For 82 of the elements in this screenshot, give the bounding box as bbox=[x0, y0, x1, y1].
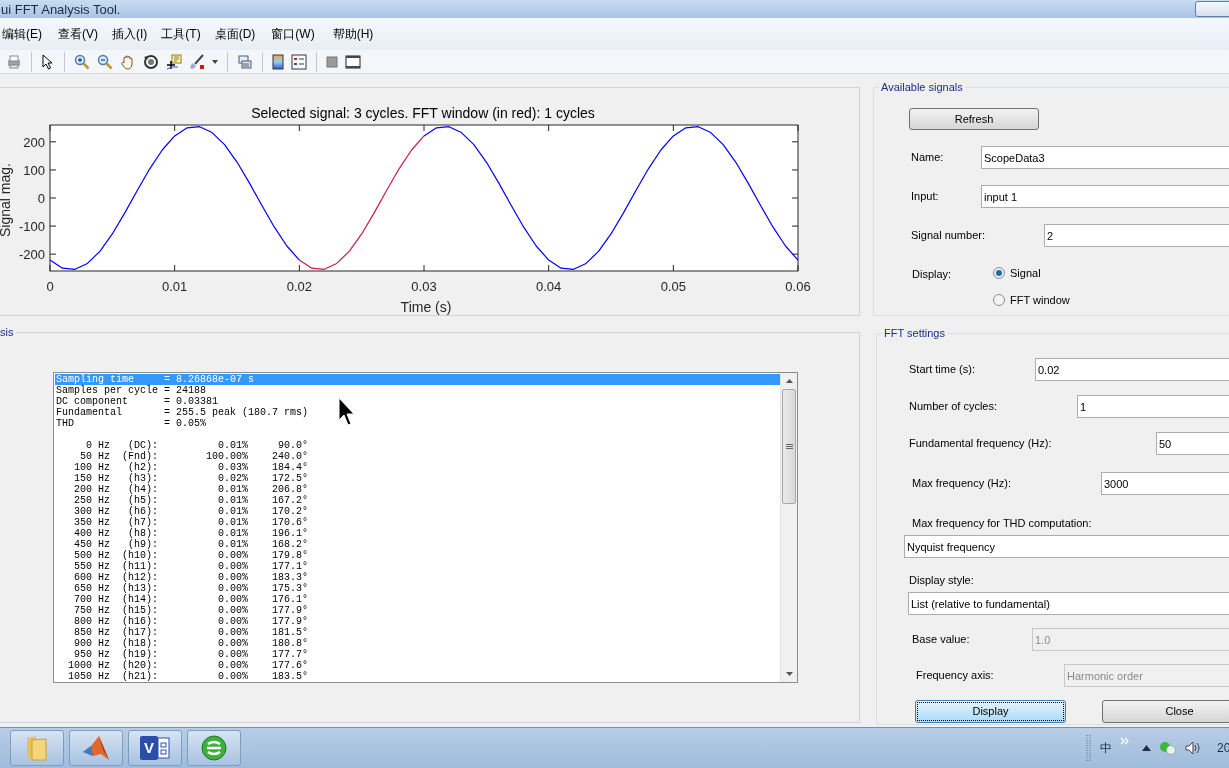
menu-item[interactable]: 插入(I) bbox=[110, 25, 150, 43]
dropdown[interactable]: Nyquist frequency bbox=[904, 535, 1229, 558]
list-item[interactable]: 50 Hz (Fnd): 100.00% 240.0° bbox=[55, 451, 780, 462]
chart-title: Selected signal: 3 cycles. FFT window (in red): 1 cycles bbox=[251, 105, 595, 121]
field-label: Number of cycles: bbox=[909, 399, 999, 415]
input-field[interactable]: 0.02 bbox=[1035, 358, 1229, 381]
field-label: Fundamental frequency (Hz): bbox=[909, 436, 1053, 452]
field-label: Max frequency for THD computation: bbox=[912, 516, 1093, 531]
tick-label: 0.05 bbox=[660, 279, 686, 294]
clock[interactable]: 20 bbox=[1217, 739, 1229, 757]
document-icon: V bbox=[140, 736, 158, 760]
list-item[interactable]: 1050 Hz (h21): 0.00% 183.5° bbox=[55, 671, 780, 682]
list-item[interactable]: 600 Hz (h12): 0.00% 183.3° bbox=[55, 572, 780, 583]
dropdown[interactable]: List (relative to fundamental) bbox=[908, 592, 1229, 615]
list-item[interactable]: DC component = 0.03381 bbox=[55, 396, 780, 407]
tick-label: 100 bbox=[23, 162, 45, 178]
input-field[interactable]: input 1 bbox=[981, 185, 1229, 208]
list-item[interactable]: 650 Hz (h13): 0.00% 175.3° bbox=[55, 583, 780, 594]
list-item[interactable]: 350 Hz (h7): 0.01% 170.6° bbox=[55, 517, 780, 528]
tick-label: 200 bbox=[23, 134, 45, 150]
list-item[interactable]: 700 Hz (h14): 0.00% 176.1° bbox=[55, 594, 780, 605]
tick-label: 0 bbox=[37, 191, 45, 206]
tick-label: -200 bbox=[18, 247, 45, 263]
radio-button[interactable]: Signal bbox=[993, 265, 1070, 282]
panel-legend: Available signals bbox=[879, 80, 965, 94]
list-item[interactable]: 100 Hz (h2): 0.03% 184.4° bbox=[55, 462, 780, 473]
menu-item[interactable]: 桌面(D) bbox=[212, 25, 258, 43]
field-label: Base value: bbox=[912, 632, 971, 648]
list-item[interactable]: 0 Hz (DC): 0.01% 90.0° bbox=[55, 440, 780, 451]
field-label: Input: bbox=[911, 189, 940, 205]
list-item[interactable]: 800 Hz (h16): 0.00% 177.9° bbox=[55, 616, 780, 627]
field-label: Start time (s): bbox=[909, 362, 976, 378]
tick-label: -100 bbox=[18, 219, 45, 235]
list-item[interactable]: 1000 Hz (h20): 0.00% 177.6° bbox=[55, 660, 780, 671]
field-label: Name: bbox=[911, 150, 945, 166]
tick-label: 0.01 bbox=[162, 279, 188, 294]
push-button[interactable]: Display bbox=[915, 700, 1066, 723]
input-method-indicator[interactable]: 中 bbox=[1100, 739, 1112, 757]
panel-legend: FFT settings bbox=[882, 326, 947, 340]
list-item[interactable]: 950 Hz (h19): 0.00% 177.7° bbox=[55, 649, 780, 660]
input-field[interactable]: 1 bbox=[1077, 395, 1229, 418]
menu-item[interactable]: 窗口(W) bbox=[269, 25, 317, 43]
axis-label: Time (s) bbox=[400, 299, 452, 315]
field-label: Display style: bbox=[909, 573, 975, 588]
menu-item[interactable]: 帮助(H) bbox=[330, 25, 376, 43]
tick-label: 0.06 bbox=[785, 279, 811, 294]
list-item[interactable]: 850 Hz (h17): 0.00% 181.5° bbox=[55, 627, 780, 638]
tick-label: 0.03 bbox=[411, 279, 437, 294]
list-item[interactable]: 250 Hz (h5): 0.01% 167.2° bbox=[55, 495, 780, 506]
list-item[interactable]: 400 Hz (h8): 0.01% 196.1° bbox=[55, 528, 780, 539]
list-item[interactable]: 200 Hz (h4): 0.01% 206.8° bbox=[55, 484, 780, 495]
axis-label: Signal mag. bbox=[0, 163, 13, 237]
input-field[interactable]: ScopeData3 bbox=[981, 146, 1229, 169]
field-label: Max frequency (Hz): bbox=[912, 476, 1013, 492]
list-item[interactable]: 300 Hz (h6): 0.01% 170.2° bbox=[55, 506, 780, 517]
field-label: Display: bbox=[912, 267, 953, 282]
tick-label: 0 bbox=[46, 279, 54, 294]
refresh-button[interactable]: Refresh bbox=[909, 108, 1039, 130]
input-field[interactable]: 2 bbox=[1044, 224, 1229, 247]
window-title: ui FFT Analysis Tool. bbox=[0, 2, 121, 16]
list-item[interactable]: 750 Hz (h15): 0.00% 177.9° bbox=[55, 605, 780, 616]
list-item[interactable]: 550 Hz (h11): 0.00% 177.1° bbox=[55, 561, 780, 572]
radio-button[interactable]: FFT window bbox=[993, 291, 1070, 308]
input-field[interactable]: 3000 bbox=[1101, 472, 1229, 495]
field-label: Signal number: bbox=[911, 228, 986, 244]
list-item[interactable]: Samples per cycle = 24188 bbox=[55, 385, 780, 396]
input-field[interactable]: 50 bbox=[1156, 432, 1229, 455]
panel-legend: sis bbox=[0, 325, 17, 339]
tick-label: 0.04 bbox=[536, 279, 562, 294]
tick-label: 0.02 bbox=[286, 279, 312, 294]
list-item[interactable]: THD = 0.05% bbox=[55, 418, 780, 429]
menu-item[interactable]: 编辑(E) bbox=[0, 25, 44, 43]
list-item[interactable]: 500 Hz (h10): 0.00% 179.8° bbox=[55, 550, 780, 561]
list-item[interactable]: 450 Hz (h9): 0.01% 168.2° bbox=[55, 539, 780, 550]
menu-item[interactable]: 工具(T) bbox=[159, 25, 203, 43]
list-item[interactable]: Fundamental = 255.5 peak (180.7 rms) bbox=[55, 407, 780, 418]
list-item[interactable]: 900 Hz (h18): 0.00% 180.8° bbox=[55, 638, 780, 649]
push-button[interactable]: Close bbox=[1102, 700, 1229, 723]
list-item[interactable]: 150 Hz (h3): 0.02% 172.5° bbox=[55, 473, 780, 484]
field-label: Frequency axis: bbox=[916, 668, 995, 684]
menu-item[interactable]: 查看(V) bbox=[56, 25, 100, 43]
taskbar-button[interactable]: V bbox=[128, 730, 182, 766]
